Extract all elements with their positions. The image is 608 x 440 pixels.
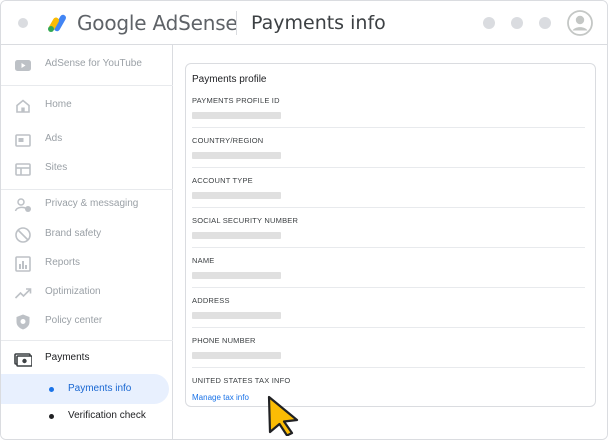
help-icon[interactable]: [483, 17, 495, 29]
field-value-placeholder: [192, 232, 281, 239]
field-value-placeholder: [192, 312, 281, 319]
ads-icon: [15, 134, 31, 147]
card-title: Payments profile: [192, 74, 267, 85]
manage-tax-info-link[interactable]: Manage tax info: [192, 393, 249, 402]
field-divider: [192, 247, 585, 248]
bullet-dot: [49, 387, 54, 392]
field-divider: [192, 367, 585, 368]
account-avatar-icon[interactable]: [567, 10, 593, 36]
brand-adsense: AdSense: [152, 11, 238, 35]
brand-google: Google: [77, 11, 147, 35]
sidebar-subitem-label: Payments info: [68, 383, 132, 394]
sidebar-item-label: Sites: [45, 162, 68, 173]
field-label: ADDRESS: [192, 296, 230, 305]
field-value-placeholder: [192, 192, 281, 199]
sidebar-item-privacy-messaging[interactable]: Privacy & messaging: [1, 192, 173, 218]
field-divider: [192, 327, 585, 328]
field-divider: [192, 207, 585, 208]
sidebar-item-reports[interactable]: Reports: [1, 251, 173, 277]
sidebar-item-policy-center[interactable]: Policy center: [1, 309, 173, 335]
field-divider: [192, 287, 585, 288]
sidebar-item-sites[interactable]: Sites: [1, 156, 173, 182]
sidebar-divider: [1, 340, 173, 341]
privacy-icon: [14, 198, 31, 212]
sidebar-item-label: Payments: [45, 352, 90, 363]
sidebar-item-label: Ads: [45, 133, 63, 144]
field-label: UNITED STATES TAX INFO: [192, 376, 291, 385]
field-value-placeholder: [192, 272, 281, 279]
field-label: PHONE NUMBER: [192, 336, 256, 345]
sidebar-item-optimization[interactable]: Optimization: [1, 280, 173, 306]
sidebar-item-payments[interactable]: Payments: [1, 346, 173, 372]
payments-icon: [14, 353, 32, 367]
sidebar-item-label: AdSense for YouTube: [45, 58, 142, 69]
field-label: NAME: [192, 256, 215, 265]
block-icon: [15, 227, 31, 243]
field-value-placeholder: [192, 152, 281, 159]
field-divider: [192, 127, 585, 128]
reports-icon: [15, 256, 31, 272]
sidebar-item-label: Home: [45, 99, 72, 110]
main-content: Payments profile PAYMENTS PROFILE ID COU…: [174, 45, 607, 439]
page-title: Payments info: [251, 12, 386, 34]
field-label: SOCIAL SECURITY NUMBER: [192, 216, 299, 225]
field-value-placeholder: [192, 352, 281, 359]
sites-icon: [15, 163, 31, 176]
sidebar-item-label: Optimization: [45, 286, 101, 297]
sidebar-item-label: Policy center: [45, 315, 103, 326]
sidebar-item-label: Privacy & messaging: [45, 198, 139, 209]
sidebar-subitem-label: Verification check: [68, 410, 146, 421]
app-frame: Google AdSense Payments info AdSense for…: [0, 0, 608, 440]
sidebar-divider: [1, 189, 173, 190]
field-label: COUNTRY/REGION: [192, 136, 264, 145]
sidebar-item-ads[interactable]: Ads: [1, 127, 173, 153]
field-divider: [192, 167, 585, 168]
adsense-logo-icon: [48, 14, 66, 32]
main-menu-icon[interactable]: [18, 18, 28, 28]
payments-profile-card: Payments profile PAYMENTS PROFILE ID COU…: [185, 63, 596, 407]
home-icon: [16, 99, 30, 113]
sidebar-item-home[interactable]: Home: [1, 93, 173, 119]
youtube-icon: [15, 60, 31, 71]
sidebar-item-label: Reports: [45, 257, 81, 268]
trending-icon: [14, 288, 32, 299]
field-label: ACCOUNT TYPE: [192, 176, 253, 185]
sidebar-subitem-payments-info[interactable]: Payments info: [1, 374, 169, 404]
bullet-dot: [49, 414, 54, 419]
sidebar-subitem-verification-check[interactable]: Verification check: [1, 401, 169, 431]
sidebar-divider: [1, 85, 173, 86]
sidebar-item-adsense-for-youtube[interactable]: AdSense for YouTube: [1, 52, 173, 78]
product-name: Google AdSense: [77, 11, 238, 35]
sidebar-item-label: Brand safety: [45, 228, 102, 239]
field-label: PAYMENTS PROFILE ID: [192, 96, 280, 105]
sidebar-item-brand-safety[interactable]: Brand safety: [1, 222, 173, 248]
sidebar-nav: AdSense for YouTube Home Ads Sites Priva…: [1, 45, 173, 439]
apps-icon[interactable]: [539, 17, 551, 29]
field-value-placeholder: [192, 112, 281, 119]
notifications-icon[interactable]: [511, 17, 523, 29]
shield-icon: [16, 314, 30, 330]
header-divider: [236, 11, 237, 35]
top-app-bar: Google AdSense Payments info: [1, 1, 607, 45]
mouse-pointer-icon: [267, 395, 299, 436]
